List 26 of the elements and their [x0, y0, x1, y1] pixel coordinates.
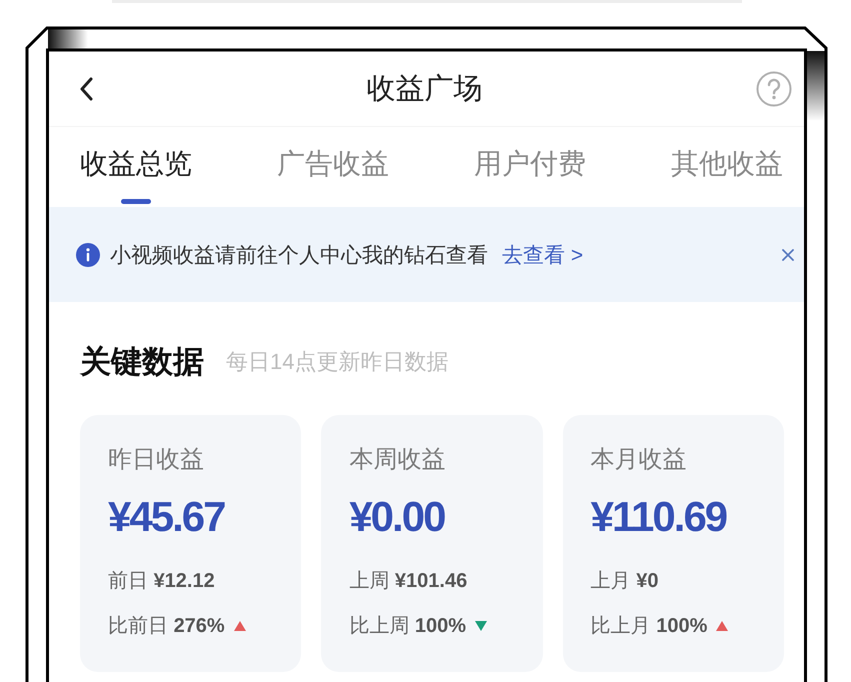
change-percent: 比上月 100%: [590, 614, 708, 639]
stat-label: 昨日收益: [108, 445, 204, 475]
page-title: 收益广场: [366, 72, 484, 107]
change-percent: 比上周 100%: [349, 614, 466, 639]
tab-indicator: [121, 199, 151, 204]
stat-amount: ¥110.69: [590, 493, 726, 541]
change-percent: 比前日 276%: [108, 614, 225, 639]
close-icon[interactable]: [781, 248, 795, 262]
info-icon: [76, 242, 100, 266]
previous-amount: 前日 ¥12.12: [108, 569, 215, 594]
previous-amount: 上月 ¥0: [590, 569, 658, 594]
previous-amount: 上周 ¥101.46: [349, 569, 468, 594]
stat-amount: ¥0.00: [349, 493, 444, 541]
update-note: 每日14点更新昨日数据: [226, 348, 448, 376]
view-link[interactable]: 去查看 >: [502, 240, 584, 268]
tab[interactable]: 其他收益: [671, 127, 783, 181]
back-icon[interactable]: [79, 77, 93, 101]
tab[interactable]: 广告收益: [277, 127, 389, 181]
tab[interactable]: 用户付费: [474, 127, 586, 181]
stat-label: 本月收益: [590, 445, 687, 475]
stat-amount: ¥45.67: [108, 493, 224, 541]
notice-text: 小视频收益请前往个人中心我的钻石查看: [110, 242, 488, 268]
tab[interactable]: 收益总览: [80, 127, 192, 204]
section-title: 关键数据: [80, 343, 204, 381]
help-icon[interactable]: [756, 71, 792, 107]
stat-label: 本周收益: [349, 445, 446, 475]
